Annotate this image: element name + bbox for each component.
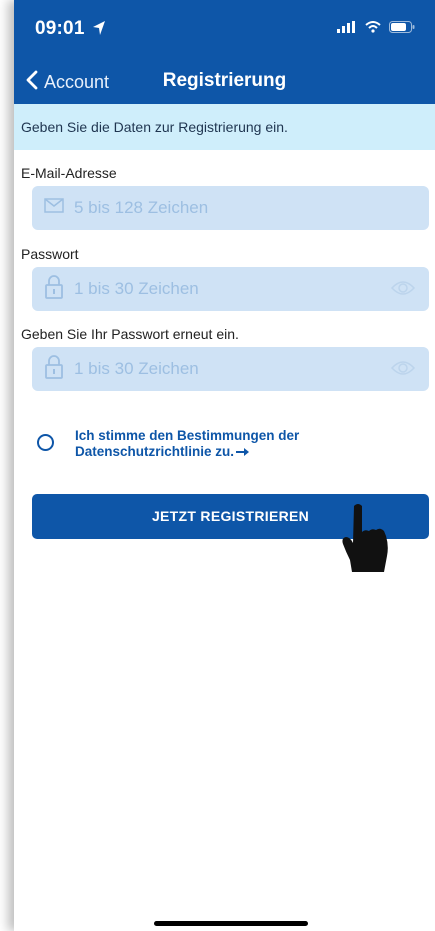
hand-pointer-icon (340, 502, 398, 579)
status-icons (337, 20, 415, 38)
status-time: 09:01 (35, 18, 85, 39)
email-placeholder: 5 bis 128 Zeichen (74, 198, 209, 217)
phone-screen: 09:01 Account Registrierung Geben Sie di… (14, 0, 435, 931)
consent-text[interactable]: Ich stimme den Bestimmungen der Datensch… (75, 428, 299, 460)
password-placeholder: 1 bis 30 Zeichen (74, 279, 199, 298)
envelope-icon (44, 198, 64, 218)
privacy-policy-link[interactable]: Datenschutzrichtlinie zu. (75, 444, 234, 460)
confirm-password-placeholder: 1 bis 30 Zeichen (74, 359, 199, 378)
eye-icon[interactable] (390, 359, 416, 382)
eye-icon[interactable] (390, 279, 416, 302)
password-label: Passwort (21, 246, 79, 262)
lock-icon (44, 274, 64, 304)
confirm-password-field[interactable]: 1 bis 30 Zeichen (32, 347, 429, 391)
status-bar: 09:01 (14, 0, 435, 60)
wifi-icon (365, 20, 381, 38)
consent-line-1: Ich stimme den Bestimmungen der (75, 428, 300, 443)
consent-radio[interactable] (37, 434, 54, 451)
email-label: E-Mail-Adresse (21, 165, 117, 181)
password-field[interactable]: 1 bis 30 Zeichen (32, 267, 429, 311)
home-indicator (154, 921, 308, 926)
info-banner: Geben Sie die Daten zur Registrierung ei… (14, 104, 435, 150)
battery-icon (389, 20, 415, 38)
location-arrow-icon (92, 20, 106, 41)
navigation-bar: Account Registrierung (14, 60, 435, 104)
consent-row: Ich stimme den Bestimmungen der Datensch… (37, 428, 299, 460)
arrow-right-icon (236, 444, 250, 460)
lock-icon (44, 354, 64, 384)
email-field[interactable]: 5 bis 128 Zeichen (32, 186, 429, 230)
signal-icon (337, 20, 357, 38)
confirm-password-label: Geben Sie Ihr Passwort erneut ein. (21, 326, 239, 342)
page-title: Registrierung (162, 70, 287, 91)
